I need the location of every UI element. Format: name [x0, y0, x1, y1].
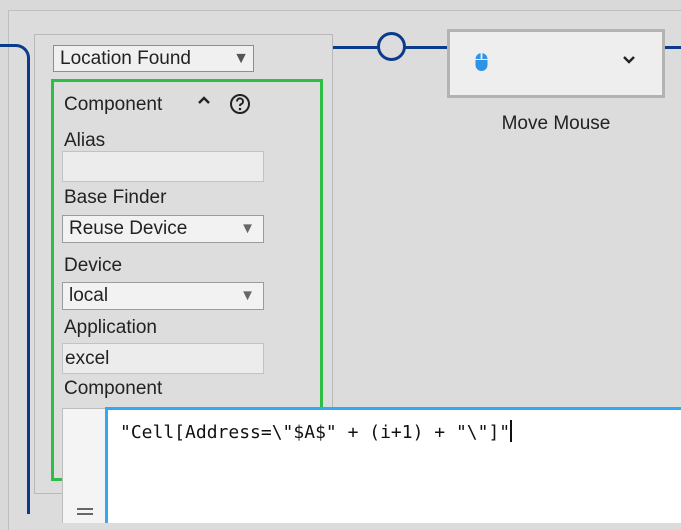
application-input[interactable]: excel: [62, 343, 264, 374]
chevron-down-icon[interactable]: [622, 54, 636, 66]
dropdown-arrow-icon: ▼: [240, 287, 255, 304]
base-finder-select[interactable]: Reuse Device ▼: [62, 215, 264, 243]
collapse-caret-icon[interactable]: [197, 94, 211, 106]
component-expression-editor[interactable]: "Cell[Address=\"$A$" + (i+1) + "\"]": [105, 407, 681, 523]
mouse-icon: [475, 53, 488, 71]
flow-connector: [405, 46, 449, 49]
alias-label: Alias: [64, 130, 106, 151]
device-label: Device: [64, 255, 123, 276]
location-found-select[interactable]: Location Found ▼: [53, 45, 254, 72]
dropdown-arrow-icon: ▼: [240, 220, 255, 237]
flow-connector: [330, 46, 378, 49]
text-cursor: [510, 420, 513, 442]
base-finder-label: Base Finder: [64, 187, 167, 208]
flow-connector-end: [665, 46, 681, 49]
dropdown-arrow-icon: ▼: [233, 50, 249, 67]
flow-connector-left: [0, 44, 30, 514]
editor-resize-handle[interactable]: [62, 408, 106, 523]
flow-node[interactable]: [377, 32, 406, 61]
grip-icon: [77, 508, 93, 515]
help-icon[interactable]: [229, 93, 251, 115]
component-section-title: Component: [64, 94, 163, 115]
location-select-value: Location Found: [60, 48, 191, 69]
component-label: Component: [64, 378, 163, 399]
device-value: local: [69, 285, 109, 306]
alias-input[interactable]: [62, 151, 264, 182]
application-label: Application: [64, 317, 157, 338]
device-select[interactable]: local ▼: [62, 282, 264, 310]
move-mouse-action-card[interactable]: [447, 29, 665, 98]
editor-text: "Cell[Address=\"$A$" + (i+1) + "\"]": [120, 422, 511, 443]
action-label: Move Mouse: [501, 113, 611, 134]
base-finder-value: Reuse Device: [69, 218, 188, 239]
